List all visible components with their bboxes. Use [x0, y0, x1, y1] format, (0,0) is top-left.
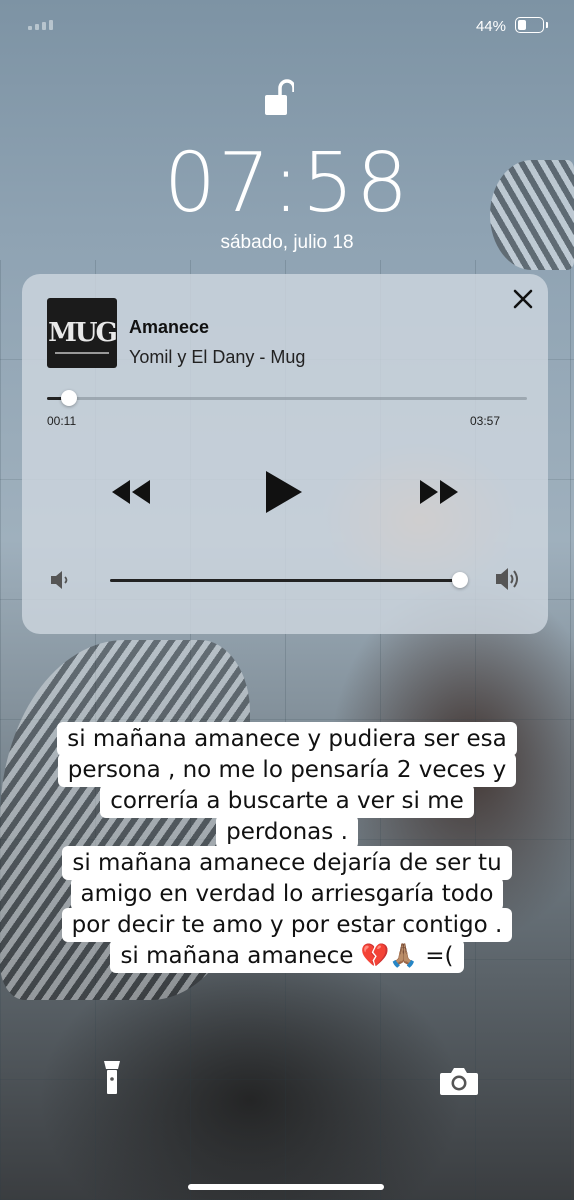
story-caption: si mañana amanece y pudiera ser esa pers… [0, 722, 574, 973]
fast-forward-icon[interactable] [418, 478, 460, 506]
album-art[interactable]: MUG [47, 298, 117, 368]
caption-line: si mañana amanece y pudiera ser esa [57, 722, 517, 756]
caption-line: correría a buscarte a ver si me [100, 784, 474, 818]
album-art-title: MUG [48, 318, 117, 348]
battery-cap [546, 22, 548, 28]
unlocked-padlock-icon [265, 79, 294, 115]
elapsed-time: 00:11 [47, 414, 77, 428]
track-subtitle: Yomil y El Dany - Mug [129, 347, 306, 367]
lock-screen-time: 07:58 [163, 136, 411, 231]
volume-slider[interactable] [110, 572, 468, 588]
battery-percentage: 44% [475, 18, 506, 35]
flashlight-icon[interactable] [90, 1055, 134, 1099]
caption-line: si mañana amanece 💔🙏🏽 =( [110, 939, 464, 973]
close-icon[interactable] [510, 286, 536, 312]
caption-line: perdonas . [216, 815, 358, 849]
battery-icon [515, 17, 544, 33]
volume-knob[interactable] [452, 572, 468, 588]
volume-low-icon [51, 571, 68, 589]
play-icon[interactable] [264, 469, 304, 515]
battery-level [518, 20, 526, 30]
camera-icon[interactable] [438, 1065, 480, 1097]
caption-line: amigo en verdad lo arriesgaría todo [70, 877, 504, 911]
album-art-bar [55, 352, 109, 354]
caption-line: si mañana amanece dejaría de ser tu [62, 846, 512, 880]
volume-level [110, 579, 460, 582]
rewind-icon[interactable] [110, 478, 152, 506]
signal-icon [28, 20, 53, 30]
total-time: 03:57 [469, 414, 500, 428]
playback-knob[interactable] [61, 390, 78, 406]
now-playing-widget: MUG Amanece Yomil y El Dany - Mug 00:11 … [22, 274, 548, 634]
track-title: Amanece [129, 317, 210, 337]
home-indicator[interactable] [188, 1184, 384, 1190]
caption-line: persona , no me lo pensaría 2 veces y [57, 753, 517, 787]
volume-high-icon [496, 568, 518, 590]
caption-line: por decir te amo y por estar contigo . [61, 908, 513, 942]
status-bar: 44% [0, 0, 574, 52]
lock-screen-date: sábado, julio 18 [220, 232, 354, 253]
playback-scrubber[interactable] [47, 390, 527, 406]
